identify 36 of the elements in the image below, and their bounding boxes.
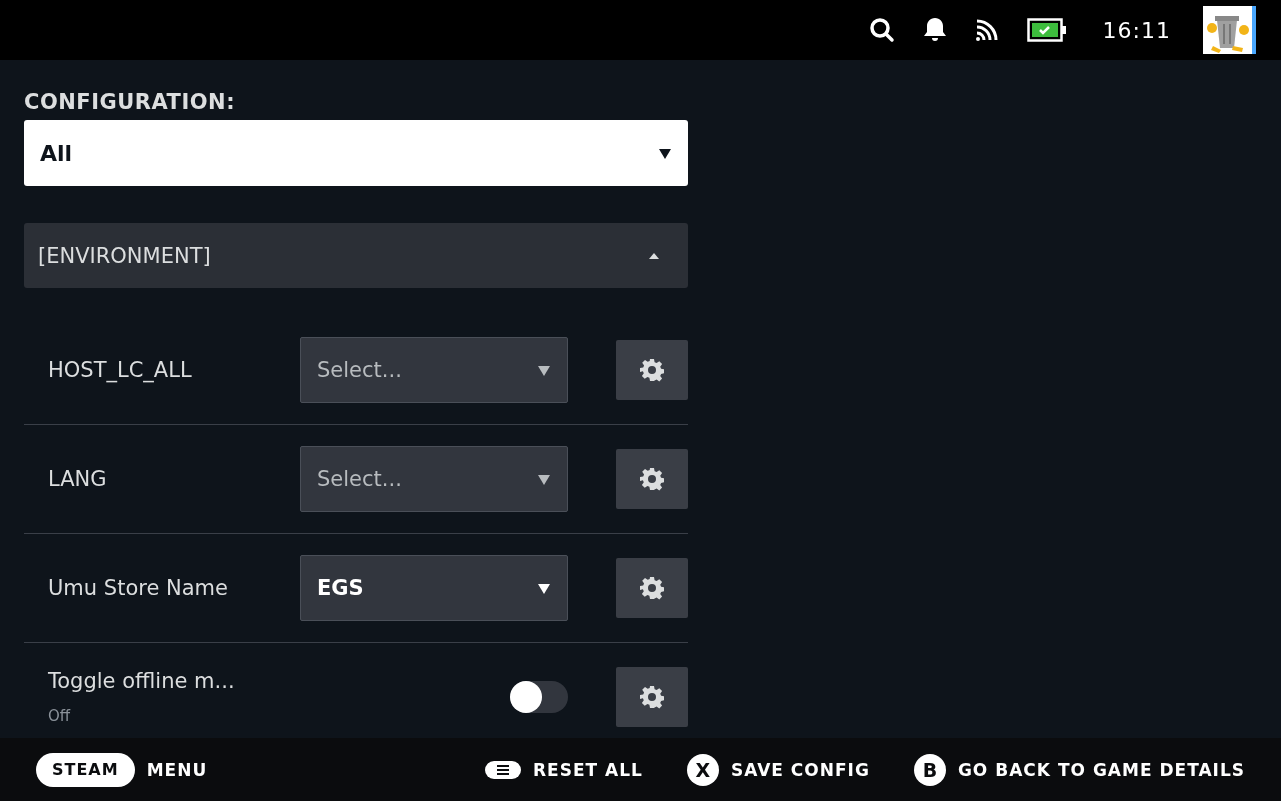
setting-dropdown[interactable]: Select...: [300, 337, 568, 403]
toggle-switch[interactable]: [510, 681, 568, 713]
setting-label: Toggle offline m...: [48, 669, 236, 693]
configuration-dropdown[interactable]: All: [24, 120, 688, 186]
bell-icon[interactable]: [922, 17, 947, 43]
signal-icon[interactable]: [974, 18, 999, 42]
setting-value: Off: [48, 707, 72, 725]
configuration-label: CONFIGURATION:: [24, 90, 237, 114]
steam-button[interactable]: STEAM: [36, 752, 135, 787]
setting-label: LANG: [48, 467, 108, 491]
settings-icon: [640, 358, 664, 382]
settings-button[interactable]: [616, 667, 688, 727]
menu-label: MENU: [146, 759, 208, 780]
dropdown-arrow-icon: [537, 472, 551, 486]
dropdown-arrow-icon: [537, 363, 551, 377]
dropdown-arrow-icon: [537, 581, 551, 595]
settings-button[interactable]: [616, 558, 688, 618]
collapse-arrow-icon: [648, 251, 660, 260]
setting-label: Umu Store Name: [48, 576, 229, 600]
search-icon[interactable]: [868, 17, 895, 43]
settings-button[interactable]: [616, 449, 688, 509]
battery-icon[interactable]: [1026, 18, 1067, 42]
setting-dropdown[interactable]: Select...: [300, 446, 568, 512]
clock-time: 16:11: [1102, 17, 1171, 43]
section-header[interactable]: [ENVIRONMENT]: [24, 223, 688, 288]
menu-icon: [485, 760, 521, 779]
setting-dropdown[interactable]: EGS: [300, 555, 568, 621]
settings-icon: [640, 685, 664, 709]
dropdown-arrow-icon: [658, 146, 672, 160]
settings-icon: [640, 576, 664, 600]
footer-action[interactable]: X SAVE CONFIG: [686, 753, 870, 786]
setting-label: HOST_LC_ALL: [48, 358, 193, 382]
settings-button[interactable]: [616, 340, 688, 400]
settings-icon: [640, 467, 664, 491]
footer-action[interactable]: RESET ALL: [485, 759, 643, 780]
footer-action[interactable]: B GO BACK TO GAME DETAILS: [913, 753, 1245, 786]
